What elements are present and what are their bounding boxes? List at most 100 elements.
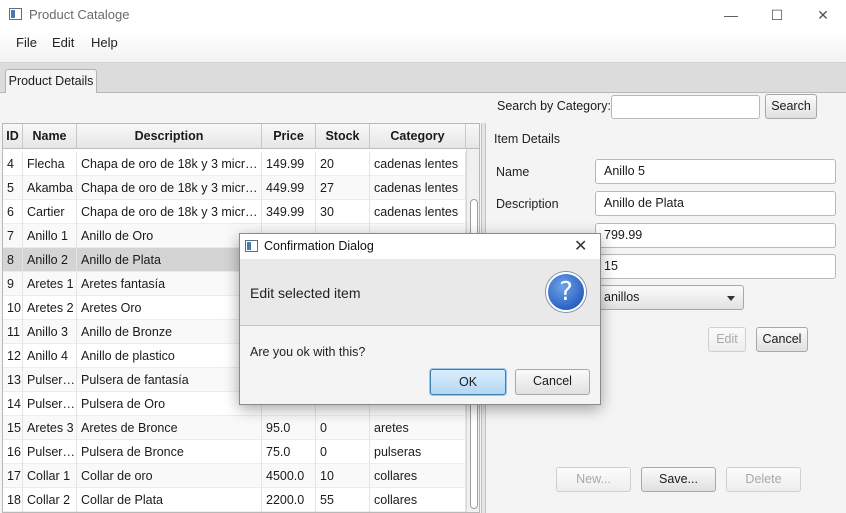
column-header-price[interactable]: Price	[262, 124, 316, 149]
cell-description: Anillo de plastico	[77, 344, 262, 368]
cell-price: 2200.0	[262, 488, 316, 512]
cell-id: 8	[3, 248, 23, 272]
cell-description: Aretes fantasía	[77, 272, 262, 296]
table-row[interactable]: 5 Akamba Chapa de oro de 18k y 3 micras...…	[3, 176, 466, 200]
details-cancel-button[interactable]: Cancel	[756, 327, 808, 352]
table-row[interactable]: 15 Aretes 3 Aretes de Bronce 95.0 0 aretes	[3, 416, 466, 440]
cell-description: Pulsera de Oro	[77, 392, 262, 416]
cell-description: Pulsera de fantasía	[77, 368, 262, 392]
column-header-stock[interactable]: Stock	[316, 124, 370, 149]
column-header-id[interactable]: ID	[3, 124, 23, 149]
confirmation-dialog: Confirmation Dialog ✕ Edit selected item…	[239, 233, 601, 405]
cell-description: Aretes de Bronce	[77, 416, 262, 440]
dialog-header: Edit selected item ?	[240, 259, 600, 326]
cell-name: Aretes 3	[23, 416, 77, 440]
price-field[interactable]: 799.99	[595, 223, 836, 248]
delete-button[interactable]: Delete	[726, 467, 801, 492]
cell-name: Aretes 2	[23, 296, 77, 320]
cell-category: pulseras	[370, 440, 466, 464]
cell-category: cadenas lentes	[370, 152, 466, 176]
close-icon[interactable]: ✕	[574, 236, 587, 256]
dialog-title-bar: Confirmation Dialog ✕	[240, 234, 600, 259]
cell-name: Collar 1	[23, 464, 77, 488]
cell-name: Collar 2	[23, 488, 77, 512]
cell-id: 13	[3, 368, 23, 392]
cell-stock: 27	[316, 176, 370, 200]
cell-description: Chapa de oro de 18k y 3 micras...	[77, 176, 262, 200]
cell-stock: 30	[316, 200, 370, 224]
maximize-button[interactable]: ☐	[754, 3, 800, 27]
table-row[interactable]: 17 Collar 1 Collar de oro 4500.0 10 collares	[3, 464, 466, 488]
cell-price: 75.0	[262, 440, 316, 464]
description-field[interactable]: Anillo de Plata	[595, 191, 836, 216]
cell-name: Akamba	[23, 176, 77, 200]
cell-name: Pulsera...	[23, 368, 77, 392]
minimize-button[interactable]: —	[708, 3, 754, 27]
cell-description: Aretes Oro	[77, 296, 262, 320]
menu-help[interactable]: Help	[87, 35, 122, 50]
cell-id: 10	[3, 296, 23, 320]
cell-id: 15	[3, 416, 23, 440]
cell-name: Anillo 1	[23, 224, 77, 248]
app-icon	[9, 8, 22, 20]
dialog-cancel-button[interactable]: Cancel	[515, 369, 590, 395]
cell-id: 14	[3, 392, 23, 416]
cell-price: 95.0	[262, 416, 316, 440]
cell-id: 5	[3, 176, 23, 200]
cell-name: Flecha	[23, 152, 77, 176]
table-row[interactable]: 16 Pulsera 3 Pulsera de Bronce 75.0 0 pulsera…	[3, 440, 466, 464]
cell-stock: 20	[316, 152, 370, 176]
close-window-button[interactable]: ✕	[800, 3, 846, 27]
cell-category: collares	[370, 488, 466, 512]
column-header-description[interactable]: Description	[77, 124, 262, 149]
tab-product-details[interactable]: Product Details	[5, 69, 97, 94]
cell-price: 449.99	[262, 176, 316, 200]
menu-bar: File Edit Help	[0, 30, 846, 63]
cell-description: Collar de Plata	[77, 488, 262, 512]
menu-file[interactable]: File	[12, 35, 41, 50]
cell-id: 4	[3, 152, 23, 176]
cell-stock: 10	[316, 464, 370, 488]
cell-id: 12	[3, 344, 23, 368]
cell-description: Anillo de Oro	[77, 224, 262, 248]
cell-description: Chapa de oro de 18k y 3 micras...	[77, 200, 262, 224]
cell-stock: 0	[316, 416, 370, 440]
cell-name: Aretes 1	[23, 272, 77, 296]
cell-name: Pulsera 3	[23, 440, 77, 464]
chevron-down-icon	[727, 296, 735, 301]
new-button[interactable]: New...	[556, 467, 631, 492]
save-button[interactable]: Save...	[641, 467, 716, 492]
title-bar: Product Cataloge — ☐ ✕	[0, 0, 846, 30]
cell-price: 149.99	[262, 152, 316, 176]
column-header-category[interactable]: Category	[370, 124, 466, 149]
name-label: Name	[496, 165, 530, 179]
cell-name: Cartier	[23, 200, 77, 224]
search-input[interactable]	[611, 95, 760, 119]
cell-price: 4500.0	[262, 464, 316, 488]
cell-description: Collar de oro	[77, 464, 262, 488]
menu-edit[interactable]: Edit	[48, 35, 78, 50]
edit-button[interactable]: Edit	[708, 327, 746, 352]
column-header-name[interactable]: Name	[23, 124, 77, 149]
cell-category: cadenas lentes	[370, 176, 466, 200]
cell-stock: 0	[316, 440, 370, 464]
dialog-header-text: Edit selected item	[250, 285, 361, 301]
window-title: Product Cataloge	[29, 7, 130, 22]
tab-strip	[0, 63, 846, 93]
item-details-heading: Item Details	[494, 132, 560, 146]
cell-description: Anillo de Bronze	[77, 320, 262, 344]
cell-id: 16	[3, 440, 23, 464]
table-row[interactable]: 4 Flecha Chapa de oro de 18k y 3 micras...…	[3, 152, 466, 176]
ok-button[interactable]: OK	[430, 369, 506, 395]
name-field[interactable]: Anillo 5	[595, 159, 836, 184]
category-select[interactable]: anillos	[595, 285, 744, 310]
cell-id: 6	[3, 200, 23, 224]
stock-field[interactable]: 15	[595, 254, 836, 279]
cell-id: 9	[3, 272, 23, 296]
table-row[interactable]: 6 Cartier Chapa de oro de 18k y 3 micras..…	[3, 200, 466, 224]
cell-category: cadenas lentes	[370, 200, 466, 224]
table-row[interactable]: 18 Collar 2 Collar de Plata 2200.0 55 collare…	[3, 488, 466, 512]
cell-name: Anillo 3	[23, 320, 77, 344]
cell-description: Pulsera de Bronce	[77, 440, 262, 464]
search-button[interactable]: Search	[765, 94, 817, 119]
